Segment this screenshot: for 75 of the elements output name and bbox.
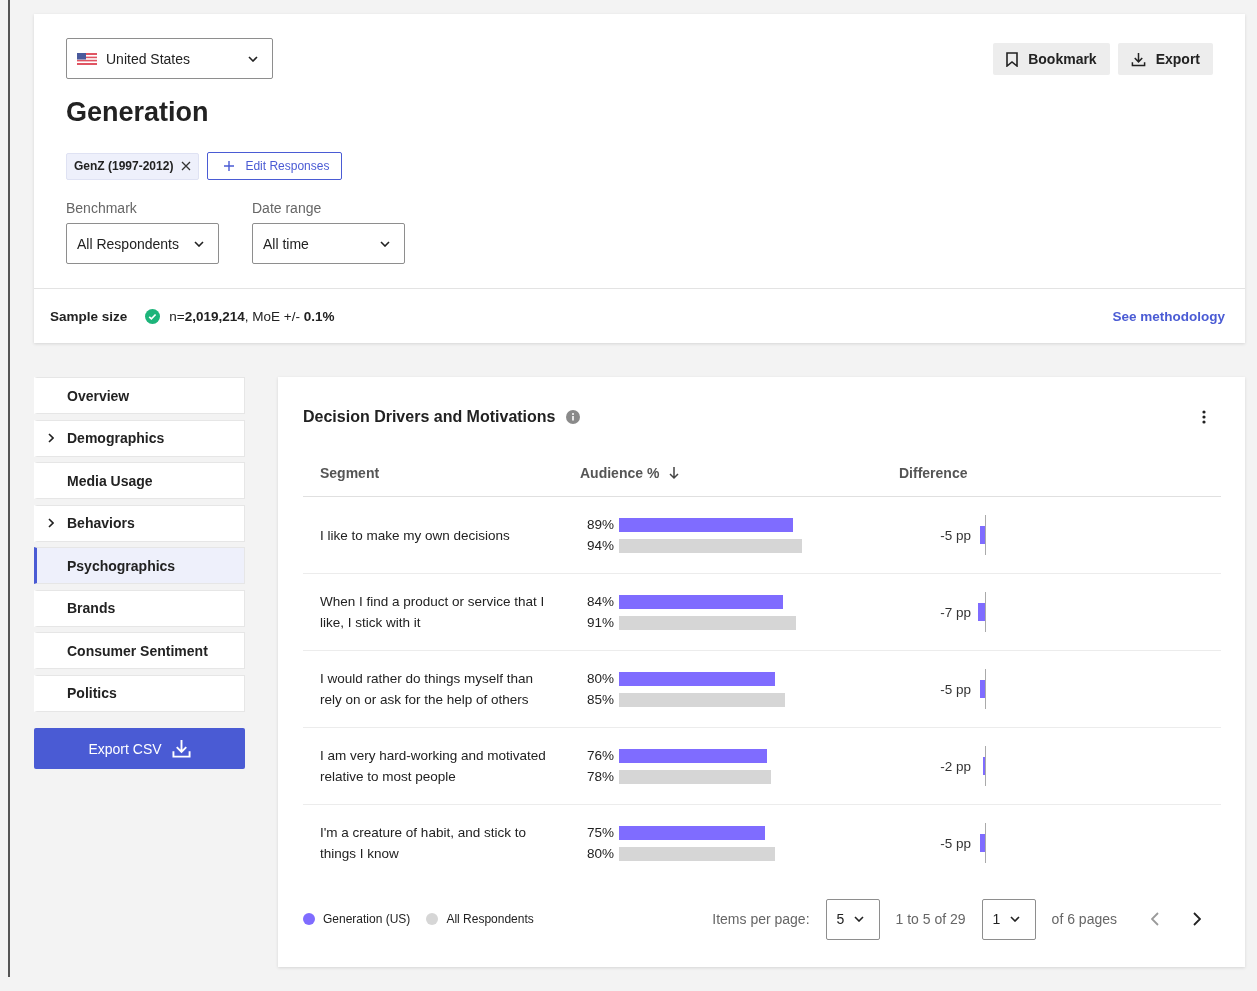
difference-value: -5 pp [939, 681, 971, 697]
legend-label: Generation (US) [323, 912, 411, 926]
difference-bar [980, 526, 985, 544]
plus-icon [224, 161, 235, 171]
sample-size-label: Sample size [50, 308, 128, 324]
chevron-down-icon [1010, 916, 1021, 922]
difference-value: -7 pp [939, 604, 971, 620]
nav-item[interactable]: Demographics [34, 419, 245, 457]
column-header: Difference [899, 464, 969, 481]
difference-value: -5 pp [939, 835, 971, 851]
export-csv-button[interactable]: Export CSV [34, 728, 245, 769]
difference-bar [980, 680, 985, 698]
nav-item[interactable]: Politics [34, 674, 245, 712]
segment-text: When I find a product or service that I like, I stick with it [319, 593, 546, 632]
legend-label: All Respondents [446, 912, 534, 926]
segment-text: I would rather do things myself than rely on or ask for the help of others [319, 670, 535, 709]
segment-text: I'm a creature of habit, and stick to things I know [319, 824, 527, 863]
country-select[interactable]: United States [66, 38, 273, 79]
difference-value: -2 pp [939, 758, 971, 774]
benchmark-select[interactable]: All Respondents [66, 223, 219, 264]
download-icon [1130, 51, 1146, 67]
panel-title: Decision Drivers and Motivations [303, 408, 556, 426]
percent-value: 75% [585, 825, 614, 840]
next-page-icon[interactable] [1193, 912, 1201, 926]
percent-value: 91% [585, 615, 614, 630]
percent-value: 85% [585, 692, 614, 707]
chevron-down-icon [854, 916, 865, 922]
percent-value: 84% [585, 594, 614, 609]
edit-responses-button[interactable]: Edit Responses [207, 152, 343, 180]
nav-item[interactable]: Overview [34, 377, 245, 414]
percent-value: 94% [585, 538, 614, 553]
info-icon[interactable] [565, 410, 580, 424]
chevron-right-icon [48, 518, 54, 528]
bookmark-button[interactable]: Bookmark [993, 43, 1110, 75]
items-per-page-label: Items per page: [712, 911, 810, 927]
chevron-down-icon [380, 240, 390, 247]
percent-value: 80% [585, 846, 614, 861]
segment-text: I like to make my own decisions [319, 526, 511, 545]
nav-item[interactable]: Media Usage [34, 462, 245, 499]
percent-value: 80% [585, 671, 614, 686]
close-icon[interactable] [181, 161, 192, 171]
nav-item[interactable]: Consumer Sentiment [34, 632, 245, 669]
segment-text: I am very hard-working and motivated relative to most people [319, 747, 547, 786]
item-range-text: 1 to 5 of 29 [895, 911, 966, 927]
percent-value: 76% [585, 748, 614, 763]
benchmark-label: Benchmark [66, 200, 138, 216]
chevron-right-icon [48, 433, 54, 443]
nav-item[interactable]: Psychographics [34, 547, 245, 584]
export-button[interactable]: Export [1117, 43, 1213, 75]
nav-item[interactable]: Behaviors [34, 504, 245, 542]
date-range-select[interactable]: All time [252, 223, 405, 264]
page-title: Generation [66, 96, 210, 128]
column-header[interactable]: Audience % [563, 464, 899, 481]
more-icon[interactable] [1202, 410, 1206, 424]
page-select[interactable]: 1 [981, 898, 1036, 940]
bookmark-icon [1006, 51, 1019, 67]
chip-label: GenZ (1997-2012) [74, 159, 174, 173]
percent-value: 89% [585, 517, 614, 532]
page-count-text: of 6 pages [1051, 911, 1117, 927]
date-range-label: Date range [252, 200, 323, 216]
difference-bar [980, 834, 985, 852]
page-size-select[interactable]: 5 [825, 898, 880, 940]
difference-value: -5 pp [939, 527, 971, 543]
column-header: Segment [319, 464, 381, 481]
nav-item[interactable]: Brands [34, 589, 245, 627]
chevron-down-icon [248, 55, 258, 62]
chevron-down-icon [194, 240, 204, 247]
difference-bar [978, 603, 985, 621]
sample-size-text: n=2,019,214, MoE +/- 0.1% [169, 308, 336, 324]
download-icon [171, 739, 191, 758]
check-circle-icon [145, 308, 161, 324]
flag-icon [77, 52, 97, 65]
see-methodology-link[interactable]: See methodology [1112, 308, 1225, 324]
percent-value: 78% [585, 769, 614, 784]
sort-down-icon [669, 465, 680, 480]
